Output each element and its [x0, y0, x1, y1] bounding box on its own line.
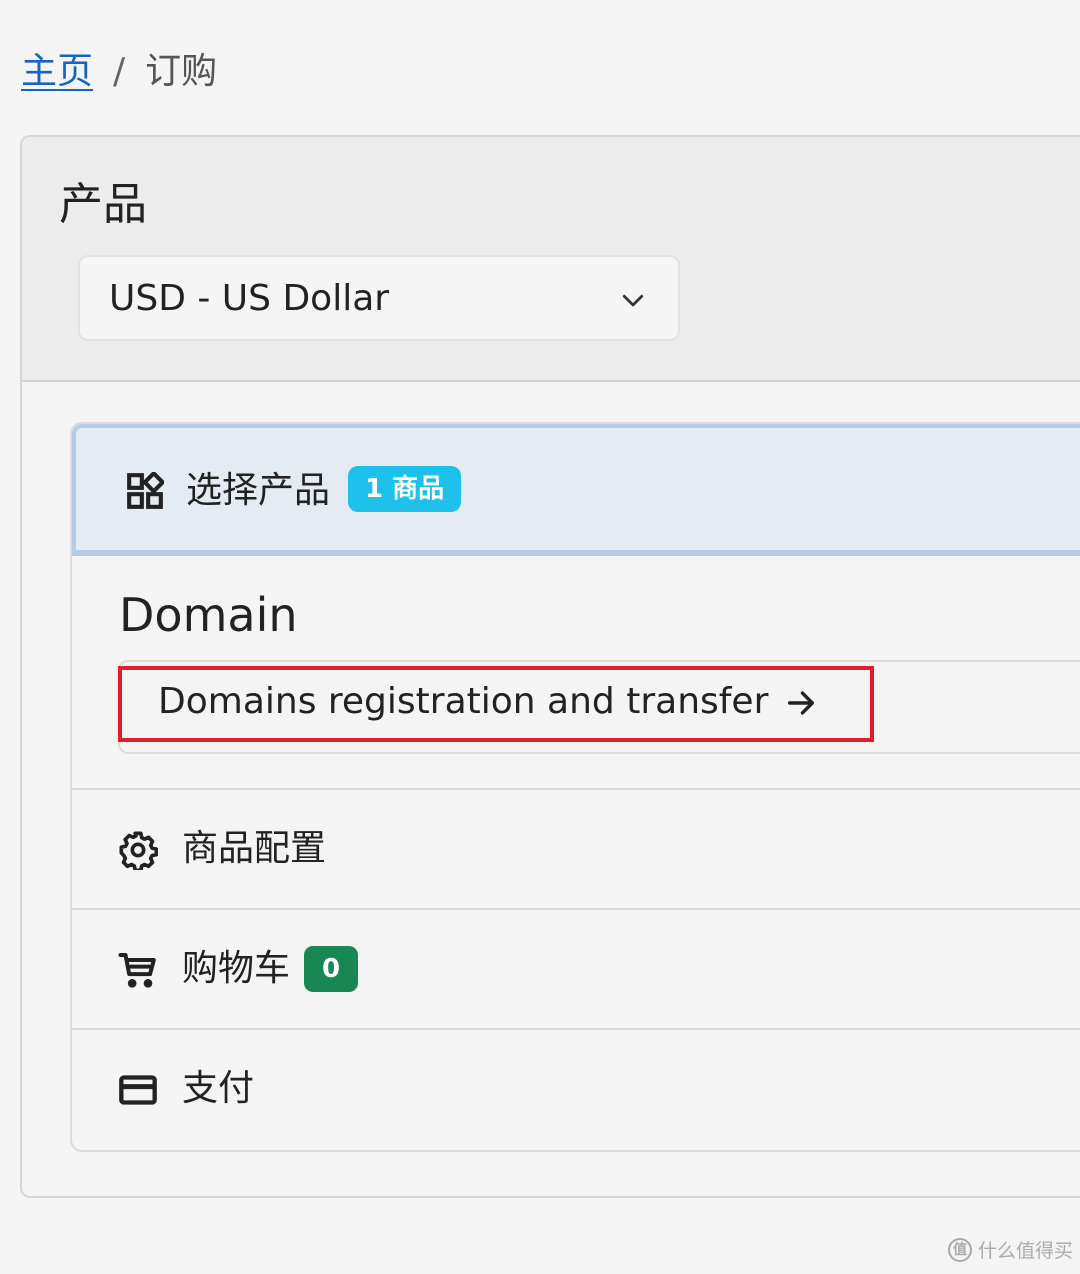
step-payment-label: 支付	[182, 1068, 255, 1109]
domain-section: Domain Domains registration and transfer	[72, 556, 1080, 788]
breadcrumb-separator: /	[113, 51, 126, 92]
grid-icon	[127, 472, 164, 509]
step-select-product-label: 选择产品	[186, 470, 331, 511]
card-header: 产品 USD - US Dollar	[22, 137, 1080, 382]
watermark-text: 什么值得买	[978, 1240, 1074, 1262]
breadcrumb-current: 订购	[145, 51, 218, 92]
step-cart[interactable]: 购物车 0	[72, 908, 1080, 1028]
currency-select-value: USD - US Dollar	[109, 278, 390, 319]
step-configure-label: 商品配置	[182, 828, 327, 869]
product-count-badge: 1 商品	[348, 466, 462, 512]
order-steps: 选择产品 1 商品 Domain Domains registration an…	[70, 422, 1080, 1152]
arrow-right-icon	[788, 691, 815, 715]
cart-icon	[118, 953, 156, 988]
breadcrumb-home-link[interactable]: 主页	[21, 51, 93, 92]
step-configure[interactable]: 商品配置	[72, 788, 1080, 908]
step-select-product[interactable]: 选择产品 1 商品	[72, 424, 1080, 556]
chevron-down-icon	[622, 294, 644, 307]
domains-registration-label: Domains registration and transfer	[158, 681, 769, 722]
domains-registration-link[interactable]: Domains registration and transfer	[158, 674, 818, 730]
domain-title: Domain	[119, 588, 298, 642]
breadcrumb: 主页 / 订购	[21, 48, 217, 96]
gear-icon	[119, 831, 158, 870]
watermark: 值 什么值得买	[948, 1236, 1073, 1263]
watermark-logo: 值	[948, 1237, 972, 1262]
card-title: 产品	[59, 179, 147, 230]
step-payment[interactable]: 支付	[72, 1028, 1080, 1148]
credit-card-icon	[119, 1075, 157, 1105]
order-card: 产品 USD - US Dollar 选择产品 1 商品 Domain Doma…	[20, 135, 1080, 1198]
step-cart-label: 购物车	[182, 948, 291, 989]
currency-select[interactable]: USD - US Dollar	[78, 255, 680, 341]
cart-count-badge: 0	[304, 946, 358, 992]
